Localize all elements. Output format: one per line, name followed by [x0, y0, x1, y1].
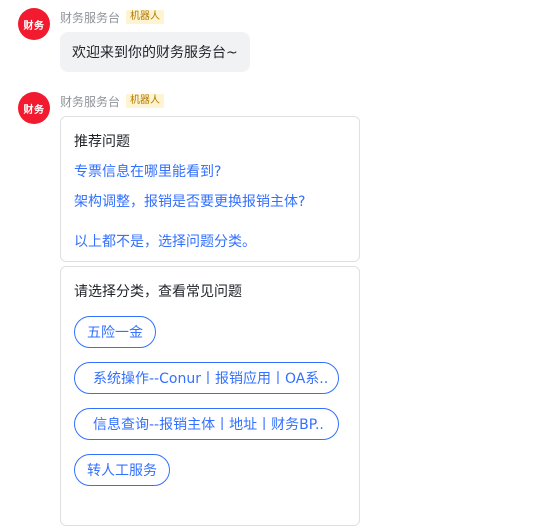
category-option-button[interactable]: 五险一金	[74, 316, 156, 348]
option-label: 信息查询--报销主体丨地址丨财务BP..	[93, 417, 324, 433]
sender-name: 财务服务台	[60, 94, 121, 109]
card-title: 推荐问题	[74, 134, 130, 150]
option-label: 系统操作--Conur丨报销应用丨OA系..	[93, 371, 329, 387]
bot-badge: 机器人	[126, 94, 165, 108]
category-card: 请选择分类，查看常见问题 五险一金 系统操作--Conur丨报销应用丨OA系..…	[60, 266, 360, 526]
message-welcome: 财务 财务服务台 机器人 欢迎来到你的财务服务台~	[0, 0, 553, 80]
question-link[interactable]: 架构调整，报销是否要更换报销主体?	[74, 191, 305, 211]
card-title: 请选择分类，查看常见问题	[74, 284, 242, 300]
sender-name: 财务服务台	[60, 10, 121, 25]
avatar-text: 财务	[23, 20, 45, 32]
recommend-card: 推荐问题 专票信息在哪里能看到? 架构调整，报销是否要更换报销主体? 以上都不是…	[60, 116, 360, 262]
welcome-text: 欢迎来到你的财务服务台~	[72, 45, 238, 61]
option-label: 五险一金	[87, 325, 143, 341]
bot-badge: 机器人	[126, 10, 165, 24]
option-label: 转人工服务	[87, 463, 157, 479]
message-meta: 财务服务台 机器人	[60, 8, 165, 26]
message-suggestions: 财务 财务服务台 机器人 推荐问题 专票信息在哪里能看到? 架构调整，报销是否要…	[0, 85, 553, 526]
avatar-text: 财务	[23, 104, 45, 116]
avatar[interactable]: 财务	[18, 92, 50, 124]
fallback-link[interactable]: 以上都不是，选择问题分类。	[74, 231, 256, 251]
category-option-button[interactable]: 信息查询--报销主体丨地址丨财务BP..	[74, 408, 339, 440]
category-option-button[interactable]: 系统操作--Conur丨报销应用丨OA系..	[74, 362, 339, 394]
message-meta: 财务服务台 机器人	[60, 92, 165, 110]
avatar[interactable]: 财务	[18, 8, 50, 40]
question-link[interactable]: 专票信息在哪里能看到?	[74, 161, 221, 181]
category-option-button[interactable]: 转人工服务	[74, 454, 170, 486]
welcome-bubble: 欢迎来到你的财务服务台~	[60, 32, 250, 72]
